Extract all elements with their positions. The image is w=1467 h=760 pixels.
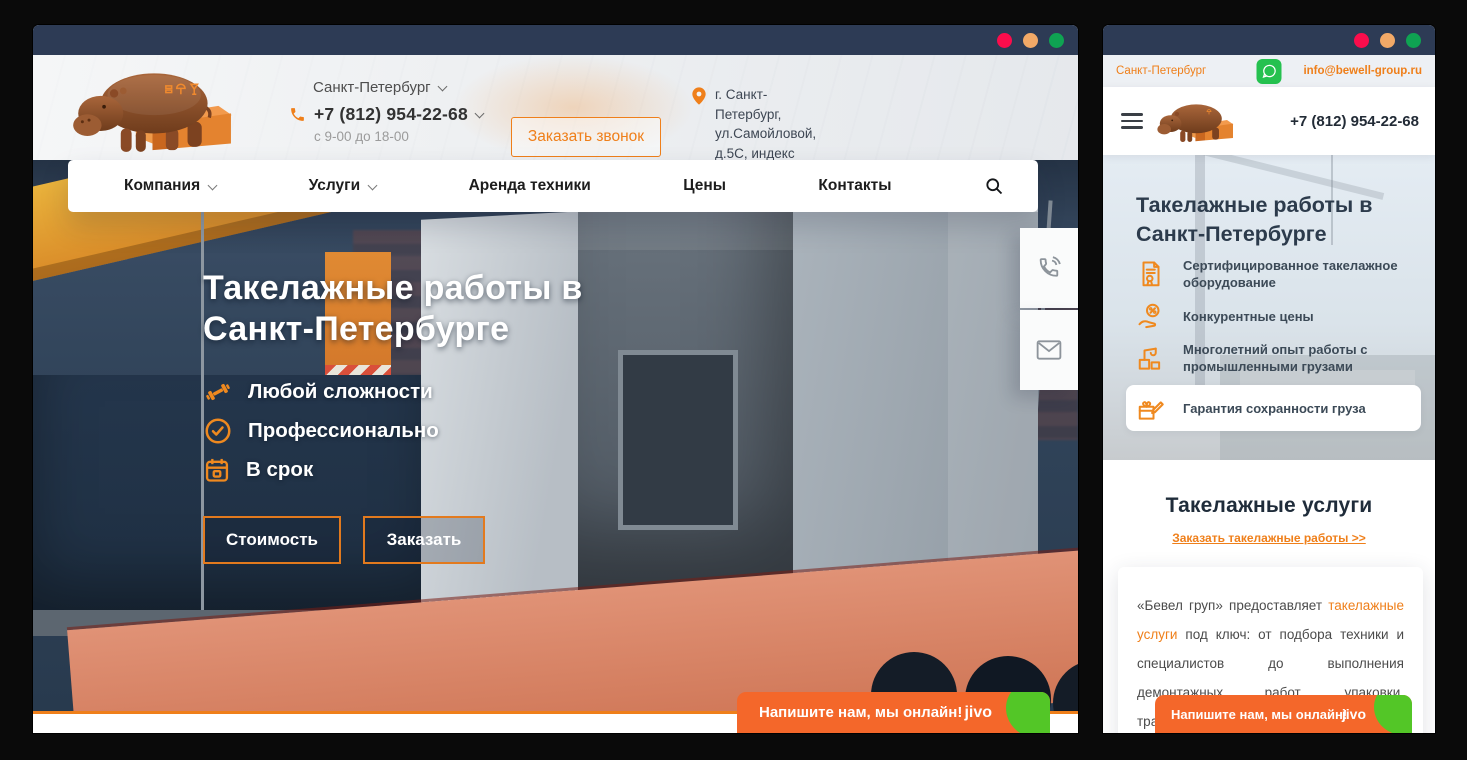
mail-icon	[1036, 339, 1062, 361]
dumbbell-icon	[203, 377, 233, 407]
hero-buttons: Стоимость Заказать	[203, 516, 485, 564]
window-maximize-button[interactable]	[1049, 33, 1064, 48]
widget-mail-button[interactable]	[1020, 310, 1078, 390]
city-phone-block: Санкт-Петербург +7 (812) 954-22-68 с 9-0…	[289, 79, 483, 144]
mobile-browser-window: Санкт-Петербург info@bewell-group.ru	[1103, 25, 1435, 733]
jivo-brand: jivo	[1342, 706, 1366, 722]
mobile-feature: Многолетний опыт работы с промышленными …	[1136, 341, 1421, 375]
mobile-services-section: Такелажные услуги Заказать такелажные ра…	[1103, 460, 1435, 733]
mobile-header: +7 (812) 954-22-68	[1103, 87, 1435, 155]
window-maximize-button[interactable]	[1406, 33, 1421, 48]
chevron-down-icon	[437, 81, 447, 91]
callback-button[interactable]: Заказать звонок	[511, 117, 661, 157]
jivo-chat-bar[interactable]: Напишите нам, мы онлайн! jivo	[737, 692, 1050, 733]
email-link[interactable]: info@bewell-group.ru	[1303, 65, 1422, 77]
calendar-icon	[203, 456, 231, 484]
desktop-header: Санкт-Петербург +7 (812) 954-22-68 с 9-0…	[33, 55, 1078, 160]
mobile-feature: Гарантия сохранности груза	[1126, 385, 1421, 431]
nav-item-contacts[interactable]: Контакты	[818, 177, 891, 195]
order-button[interactable]: Заказать	[363, 516, 485, 564]
hippo-logo-icon[interactable]	[1157, 94, 1241, 148]
hero-section: Такелажные работы в Санкт-Петербурге Люб…	[33, 160, 1078, 714]
desktop-browser-window: Санкт-Петербург +7 (812) 954-22-68 с 9-0…	[33, 25, 1078, 733]
widget-call-button[interactable]	[1020, 228, 1078, 308]
mobile-titlebar	[1103, 25, 1435, 55]
window-close-button[interactable]	[1354, 33, 1369, 48]
city-selector[interactable]: Санкт-Петербург	[289, 79, 483, 96]
mobile-feature: Сертифицированное такелажное оборудовани…	[1136, 257, 1421, 291]
window-minimize-button[interactable]	[1380, 33, 1395, 48]
chevron-down-icon	[208, 180, 218, 190]
mobile-hero-title: Такелажные работы в Санкт-Петербурге	[1136, 191, 1372, 249]
jivo-leaf-icon	[1006, 692, 1050, 733]
nav-item-company[interactable]: Компания	[124, 177, 216, 195]
percent-hand-icon	[1136, 301, 1166, 331]
hero-feature: В срок	[203, 450, 439, 489]
mobile-feature: Конкурентные цены	[1136, 301, 1421, 331]
company-logo[interactable]	[69, 60, 251, 156]
phone-ring-icon	[1036, 255, 1062, 281]
city-label: Санкт-Петербург	[313, 79, 431, 96]
mobile-hero-section: Такелажные работы в Санкт-Петербурге Сер…	[1103, 155, 1435, 460]
hero-title: Такелажные работы в Санкт-Петербурге	[203, 268, 583, 350]
hero-feature: Любой сложности	[203, 372, 439, 411]
order-rigging-link[interactable]: Заказать такелажные работы >>	[1103, 531, 1435, 545]
phone-line: +7 (812) 954-22-68	[289, 104, 483, 125]
chevron-down-icon	[368, 180, 378, 190]
whatsapp-icon[interactable]	[1257, 59, 1282, 84]
nav-item-rent[interactable]: Аренда техники	[469, 177, 591, 195]
main-nav: Компания Услуги Аренда техники Цены Конт…	[68, 160, 1038, 212]
certificate-icon	[1136, 259, 1166, 289]
clock-check-icon	[203, 416, 233, 446]
window-close-button[interactable]	[997, 33, 1012, 48]
chevron-down-icon[interactable]	[474, 108, 484, 118]
floating-contact-widget	[1020, 228, 1078, 390]
window-minimize-button[interactable]	[1023, 33, 1038, 48]
chat-message: Напишите нам, мы онлайн!	[759, 704, 962, 721]
hamburger-menu-icon[interactable]	[1121, 109, 1143, 133]
working-hours: с 9-00 до 18-00	[289, 129, 483, 144]
location-pin-icon	[691, 86, 707, 106]
chat-message: Напишите нам, мы онлайн!	[1171, 707, 1347, 722]
crane-cargo-icon	[1136, 343, 1166, 373]
mobile-feature-list: Сертифицированное такелажное оборудовани…	[1136, 257, 1421, 441]
desktop-titlebar	[33, 25, 1078, 55]
phone-icon	[289, 106, 306, 123]
jivo-brand: jivo	[964, 704, 992, 722]
services-heading: Такелажные услуги	[1103, 494, 1435, 518]
search-icon[interactable]	[984, 176, 1004, 196]
safe-cargo-icon	[1136, 393, 1166, 423]
hero-feature: Профессионально	[203, 411, 439, 450]
city-selector[interactable]: Санкт-Петербург	[1116, 65, 1206, 77]
jivo-chat-bar[interactable]: Напишите нам, мы онлайн! jivo	[1155, 695, 1412, 733]
mobile-topbar: Санкт-Петербург info@bewell-group.ru	[1103, 55, 1435, 87]
phone-link[interactable]: +7 (812) 954-22-68	[1290, 113, 1419, 130]
jivo-leaf-icon	[1374, 695, 1412, 733]
hippo-logo-icon	[69, 60, 251, 156]
nav-item-prices[interactable]: Цены	[683, 177, 726, 195]
nav-item-services[interactable]: Услуги	[309, 177, 377, 195]
phone-link[interactable]: +7 (812) 954-22-68	[314, 104, 468, 125]
hero-feature-list: Любой сложности Профессионально В срок	[203, 372, 439, 489]
cost-button[interactable]: Стоимость	[203, 516, 341, 564]
